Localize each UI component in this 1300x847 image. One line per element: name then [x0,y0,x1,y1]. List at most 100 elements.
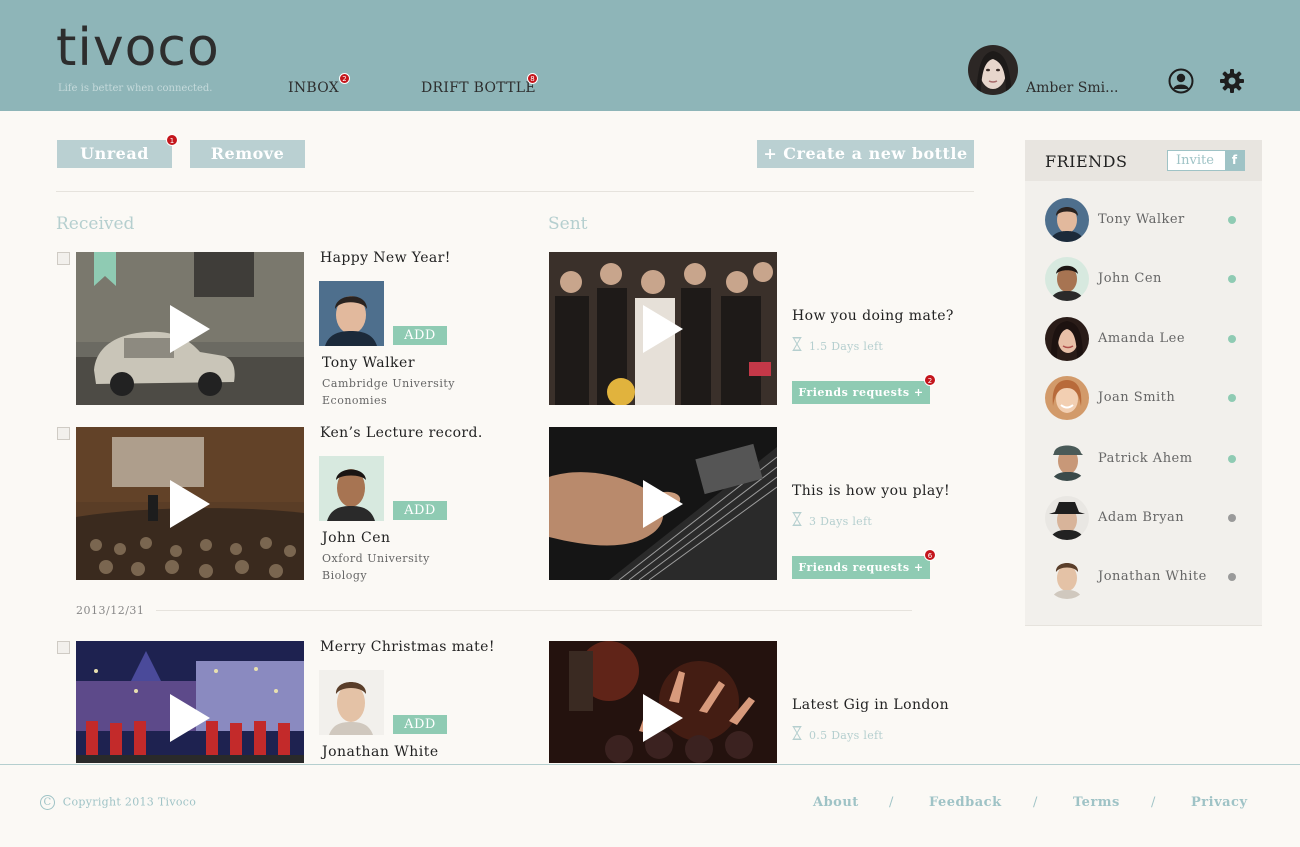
sender-name[interactable]: Tony Walker [322,355,415,371]
video-thumbnail[interactable] [549,427,777,580]
user-name[interactable]: Amber Smi... [1026,80,1118,96]
select-checkbox[interactable] [57,641,70,654]
received-heading: Received [56,214,135,234]
friend-name: Tony Walker [1098,212,1185,227]
footer-separator: / [1151,795,1156,810]
friend-avatar [1045,496,1089,540]
card-title: How you doing mate? [792,308,954,324]
toolbar-divider [56,191,974,192]
days-left: 1.5 Days left [809,340,884,353]
footer-link-terms[interactable]: Terms [1073,795,1120,810]
unread-button[interactable]: Unread [57,140,172,168]
card-title: Ken’s Lecture record. [320,425,483,441]
friends-header: FRIENDS Invite f [1025,140,1262,181]
sender-photo[interactable] [319,456,384,521]
play-icon[interactable] [643,305,683,353]
copyright-icon: C [40,795,55,810]
friend-item[interactable]: Amanda Lee [1025,317,1262,367]
invite-button[interactable]: Invite f [1167,150,1245,171]
friend-name: John Cen [1098,271,1162,286]
video-thumbnail[interactable] [549,252,777,405]
status-dot [1228,455,1236,463]
friend-item[interactable]: Jonathan White [1025,555,1262,605]
play-icon[interactable] [643,694,683,742]
friend-avatar [1045,376,1089,420]
logo[interactable]: tivoco [56,20,220,76]
friend-item[interactable]: Adam Bryan [1025,496,1262,546]
date-separator: 2013/12/31 [76,604,145,617]
friend-name: Amanda Lee [1098,331,1186,346]
days-left: 3 Days left [809,515,873,528]
sender-name[interactable]: John Cen [322,530,391,546]
remove-button[interactable]: Remove [190,140,305,168]
footer: C Copyright 2013 Tivoco About / Feedback… [0,764,1300,847]
status-dot [1228,394,1236,402]
bookmark-icon [94,252,116,286]
friend-item[interactable]: Joan Smith [1025,376,1262,426]
play-icon[interactable] [170,694,210,742]
create-bottle-button[interactable]: + Create a new bottle [757,140,974,168]
play-icon[interactable] [170,480,210,528]
sender-name[interactable]: Jonathan White [322,744,439,760]
friends-requests-button[interactable]: Friends requests + [792,381,930,404]
top-header: tivoco Life is better when connected. IN… [0,0,1300,111]
card-title: Merry Christmas mate! [320,639,495,655]
unread-badge: 1 [166,134,178,146]
footer-link-about[interactable]: About [813,795,859,810]
friend-item[interactable]: Patrick Ahem [1025,437,1262,487]
card-title: This is how you play! [792,483,950,499]
add-friend-button[interactable]: ADD [393,326,447,345]
profile-icon[interactable] [1168,68,1194,94]
hourglass-icon [792,337,802,351]
select-checkbox[interactable] [57,427,70,440]
play-icon[interactable] [643,480,683,528]
select-checkbox[interactable] [57,252,70,265]
add-friend-button[interactable]: ADD [393,715,447,734]
card-title: Happy New Year! [320,250,451,266]
drift-bottle-badge: 8 [527,73,538,84]
invite-label: Invite [1176,153,1214,168]
friend-avatar [1045,198,1089,242]
video-thumbnail[interactable] [76,641,304,763]
video-thumbnail[interactable] [76,427,304,580]
hourglass-icon [792,726,802,740]
status-dot [1228,573,1236,581]
card-title: Latest Gig in London [792,697,949,713]
friends-title: FRIENDS [1045,152,1128,171]
nav-drift-bottle[interactable]: DRIFT BOTTLE [421,80,536,96]
gear-icon[interactable] [1219,68,1245,94]
copyright-text: Copyright 2013 Tivoco [62,795,197,809]
friend-name: Adam Bryan [1098,510,1185,525]
sender-school: Oxford University [322,552,430,565]
footer-separator: / [1033,795,1038,810]
friend-item[interactable]: John Cen [1025,257,1262,307]
inbox-badge: 2 [339,73,350,84]
friend-name: Jonathan White [1098,569,1207,584]
friend-name: Joan Smith [1098,390,1176,405]
tagline: Life is better when connected. [58,83,213,94]
friend-avatar [1045,317,1089,361]
sender-major: Biology [322,569,368,582]
copyright: C Copyright 2013 Tivoco [40,795,196,810]
video-thumbnail[interactable] [549,641,777,763]
friends-requests-badge: 2 [924,374,936,386]
friends-requests-button[interactable]: Friends requests + [792,556,930,579]
friend-avatar [1045,437,1089,481]
sender-school: Cambridge University [322,377,455,390]
sender-photo[interactable] [319,281,384,346]
friend-item[interactable]: Tony Walker [1025,198,1262,248]
add-friend-button[interactable]: ADD [393,501,447,520]
footer-link-feedback[interactable]: Feedback [929,795,1002,810]
avatar[interactable] [968,45,1018,95]
video-thumbnail[interactable] [76,252,304,405]
days-left: 0.5 Days left [809,729,884,742]
nav-inbox[interactable]: INBOX [288,80,339,96]
play-icon[interactable] [170,305,210,353]
status-dot [1228,216,1236,224]
friends-panel: FRIENDS Invite f Tony Walker John Cen Am… [1025,140,1262,626]
sender-photo[interactable] [319,670,384,735]
date-divider [156,610,912,611]
footer-link-privacy[interactable]: Privacy [1191,795,1248,810]
status-dot [1228,335,1236,343]
friend-avatar [1045,555,1089,599]
